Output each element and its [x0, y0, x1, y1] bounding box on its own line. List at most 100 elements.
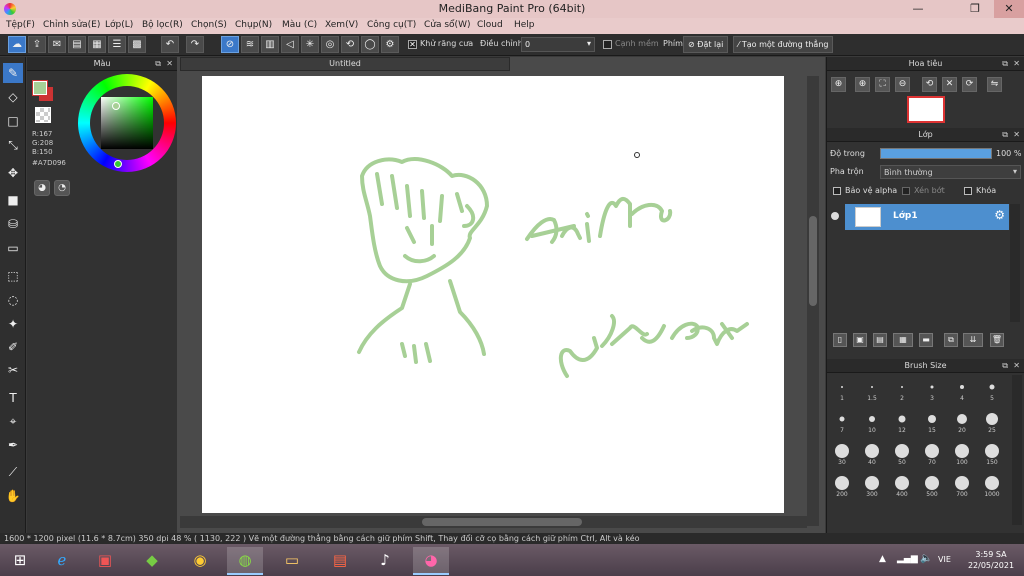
- vertical-scroll-thumb[interactable]: [809, 216, 817, 306]
- minimize-button[interactable]: —: [903, 0, 933, 18]
- comment-icon[interactable]: ✉: [48, 36, 66, 53]
- brush-size-20[interactable]: 20: [947, 409, 977, 434]
- redo-icon[interactable]: ↷: [186, 36, 204, 53]
- brush-size-3[interactable]: 3: [917, 377, 947, 402]
- new-halftone-layer-icon[interactable]: ▣: [853, 333, 867, 347]
- zoom-in-icon[interactable]: ⊕: [831, 77, 846, 92]
- duplicate-layer-icon[interactable]: ⧉: [944, 333, 958, 347]
- powerpoint-icon[interactable]: ▤: [322, 547, 358, 575]
- radial-snap-icon[interactable]: ✳: [301, 36, 319, 53]
- circle-snap-icon[interactable]: ◎: [321, 36, 339, 53]
- brush-close-icon[interactable]: ✕: [1013, 359, 1020, 372]
- share-icon[interactable]: ⇪: [28, 36, 46, 53]
- chrome-icon[interactable]: ◉: [182, 547, 218, 575]
- menu-select[interactable]: Chọn(S): [191, 20, 227, 30]
- parallel-snap-icon[interactable]: ≋: [241, 36, 259, 53]
- brush-size-500[interactable]: 500: [917, 473, 947, 498]
- menu-cloud[interactable]: Cloud: [477, 20, 503, 30]
- menu-filter[interactable]: Bộ lọc(R): [142, 20, 183, 30]
- undo-icon[interactable]: ↶: [161, 36, 179, 53]
- document-tab[interactable]: Untitled: [180, 57, 510, 71]
- brush-size-scrollbar[interactable]: [1012, 375, 1022, 525]
- layer-close-icon[interactable]: ✕: [1013, 128, 1020, 141]
- brush-size-5[interactable]: 5: [977, 377, 1007, 402]
- panel-close-icon[interactable]: ✕: [166, 57, 173, 70]
- network-icon[interactable]: ▂▄▆: [897, 554, 918, 564]
- ellipse-snap-icon[interactable]: ◯: [361, 36, 379, 53]
- snap-off-icon[interactable]: ⊘: [221, 36, 239, 53]
- adjust-select[interactable]: 0 ▾: [521, 37, 595, 52]
- brush-tool-icon[interactable]: ✎: [3, 63, 23, 83]
- saturation-value-square[interactable]: [101, 97, 153, 149]
- add-layer-menu-icon[interactable]: ▦: [893, 333, 913, 347]
- brush-size-1000[interactable]: 1000: [977, 473, 1007, 498]
- move-tool-icon[interactable]: ✥: [3, 163, 23, 183]
- volume-icon[interactable]: 🔈: [920, 553, 932, 564]
- vertical-scrollbar[interactable]: [807, 76, 819, 526]
- merge-layer-icon[interactable]: ⇊: [963, 333, 983, 347]
- system-clock[interactable]: 3:59 SA 22/05/2021: [962, 549, 1020, 571]
- layer-settings-gear-icon[interactable]: ⚙: [994, 208, 1005, 222]
- fill-brush-tool-icon[interactable]: ⤡: [3, 135, 23, 155]
- navigator-popout-icon[interactable]: ⧉: [1002, 57, 1008, 70]
- magic-wand-tool-icon[interactable]: ✦: [3, 314, 23, 334]
- layer-row[interactable]: Lớp1 ⚙: [845, 204, 1009, 230]
- text-tool-icon[interactable]: T: [3, 388, 23, 408]
- delete-layer-icon[interactable]: 🗑: [990, 333, 1004, 347]
- menu-help[interactable]: Help: [514, 20, 535, 30]
- coccoc-icon[interactable]: ◍: [227, 547, 263, 575]
- app-grid-icon[interactable]: ▣: [87, 547, 123, 575]
- shape-fill-tool-icon[interactable]: ■: [3, 190, 23, 210]
- folder-icon[interactable]: ▬: [919, 333, 933, 347]
- antialias-checkbox[interactable]: ✕: [408, 40, 417, 49]
- cloud-icon[interactable]: ☁: [8, 36, 26, 53]
- menu-edit[interactable]: Chỉnh sửa(E): [43, 20, 100, 30]
- zoom-out-icon[interactable]: ⊖: [895, 77, 910, 92]
- brush-size-15[interactable]: 15: [917, 409, 947, 434]
- maximize-button[interactable]: ❐: [960, 0, 990, 18]
- blend-mode-select[interactable]: Bình thường ▾: [880, 165, 1021, 179]
- brush-size-200[interactable]: 200: [827, 473, 857, 498]
- popout-icon[interactable]: ⧉: [155, 57, 161, 70]
- flip-horizontal-icon[interactable]: ⇋: [987, 77, 1002, 92]
- brush-size-25[interactable]: 25: [977, 409, 1007, 434]
- hand-tool-icon[interactable]: ✋: [3, 486, 23, 506]
- file-explorer-icon[interactable]: ▭: [274, 547, 310, 575]
- foreground-color-swatch[interactable]: [32, 80, 48, 96]
- horizontal-scrollbar[interactable]: [180, 516, 807, 528]
- palette-icon[interactable]: ◕: [34, 180, 50, 196]
- select-lasso-tool-icon[interactable]: ◌: [3, 290, 23, 310]
- menu-tools[interactable]: Công cụ(T): [367, 20, 416, 30]
- internet-explorer-icon[interactable]: ℯ: [44, 547, 80, 575]
- drawing-canvas[interactable]: [202, 76, 784, 513]
- settings-gear-icon[interactable]: ⚙: [381, 36, 399, 53]
- brush-size-40[interactable]: 40: [857, 441, 887, 466]
- eraser-tool-icon[interactable]: ◇: [3, 87, 23, 107]
- rotate-right-icon[interactable]: ⟳: [962, 77, 977, 92]
- medibang-taskbar-icon[interactable]: ◕: [413, 547, 449, 575]
- protect-alpha-checkbox[interactable]: [833, 187, 841, 195]
- page-icon[interactable]: ▦: [88, 36, 106, 53]
- navigator-close-icon[interactable]: ✕: [1013, 57, 1020, 70]
- brush-size-1[interactable]: 1: [827, 377, 857, 402]
- gradient-tool-icon[interactable]: ▭: [3, 238, 23, 258]
- rotate-left-icon[interactable]: ⟲: [922, 77, 937, 92]
- layer-popout-icon[interactable]: ⧉: [1002, 128, 1008, 141]
- dropper-tool-icon[interactable]: ✒: [3, 435, 23, 455]
- select-eraser-tool-icon[interactable]: ✂: [3, 360, 23, 380]
- new-8bit-layer-icon[interactable]: ▤: [873, 333, 887, 347]
- menu-file[interactable]: Tệp(F): [6, 20, 35, 30]
- list-icon[interactable]: ☰: [108, 36, 126, 53]
- rectangle-tool-icon[interactable]: □: [3, 111, 23, 131]
- reset-view-icon[interactable]: ✕: [942, 77, 957, 92]
- curve-snap-icon[interactable]: ⟲: [341, 36, 359, 53]
- sv-picker-handle[interactable]: [112, 102, 120, 110]
- brush-size-12[interactable]: 12: [887, 409, 917, 434]
- menu-window[interactable]: Cửa sổ(W): [424, 20, 470, 30]
- grid-icon[interactable]: ▩: [128, 36, 146, 53]
- vanishing-snap-icon[interactable]: ◁: [281, 36, 299, 53]
- color-wheel[interactable]: [78, 74, 176, 172]
- show-hidden-icons-icon[interactable]: ▲: [879, 554, 886, 564]
- new-layer-icon[interactable]: ▯: [833, 333, 847, 347]
- brush-size-50[interactable]: 50: [887, 441, 917, 466]
